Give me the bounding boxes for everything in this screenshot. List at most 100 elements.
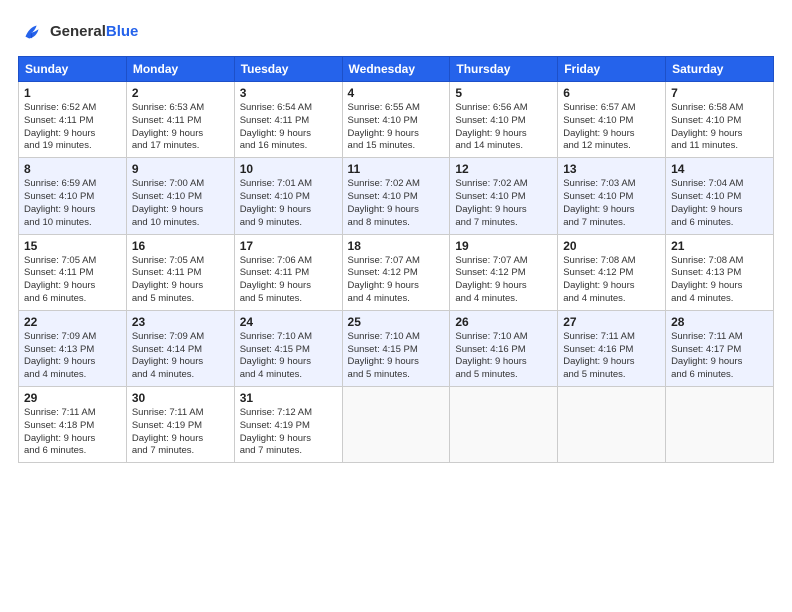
day-info: Sunrise: 6:52 AM Sunset: 4:11 PM Dayligh… bbox=[24, 102, 121, 153]
calendar-cell: 13 Sunrise: 7:03 AM Sunset: 4:10 PM Dayli… bbox=[558, 158, 666, 234]
day-info: Sunrise: 6:53 AM Sunset: 4:11 PM Dayligh… bbox=[132, 102, 229, 153]
calendar-cell: 4 Sunrise: 6:55 AM Sunset: 4:10 PM Daylig… bbox=[342, 82, 450, 158]
day-number: 5 bbox=[455, 86, 552, 100]
calendar-cell bbox=[558, 387, 666, 463]
day-number: 26 bbox=[455, 315, 552, 329]
day-number: 25 bbox=[348, 315, 445, 329]
calendar-cell: 28 Sunrise: 7:11 AM Sunset: 4:17 PM Dayli… bbox=[666, 310, 774, 386]
day-info: Sunrise: 7:09 AM Sunset: 4:14 PM Dayligh… bbox=[132, 331, 229, 382]
calendar-cell: 2 Sunrise: 6:53 AM Sunset: 4:11 PM Daylig… bbox=[126, 82, 234, 158]
header: GeneralBlue bbox=[18, 18, 774, 46]
day-number: 31 bbox=[240, 391, 337, 405]
day-number: 9 bbox=[132, 162, 229, 176]
calendar-table: SundayMondayTuesdayWednesdayThursdayFrid… bbox=[18, 56, 774, 463]
col-header-monday: Monday bbox=[126, 57, 234, 82]
day-number: 3 bbox=[240, 86, 337, 100]
calendar-cell: 25 Sunrise: 7:10 AM Sunset: 4:15 PM Dayli… bbox=[342, 310, 450, 386]
calendar-cell: 19Sunrise: 7:07 AM Sunset: 4:12 PM Dayli… bbox=[450, 234, 558, 310]
day-info: Sunrise: 7:10 AM Sunset: 4:15 PM Dayligh… bbox=[348, 331, 445, 382]
calendar-cell: 22 Sunrise: 7:09 AM Sunset: 4:13 PM Dayli… bbox=[19, 310, 127, 386]
calendar-week-row: 29Sunrise: 7:11 AM Sunset: 4:18 PM Dayli… bbox=[19, 387, 774, 463]
day-number: 23 bbox=[132, 315, 229, 329]
calendar-cell: 30Sunrise: 7:11 AM Sunset: 4:19 PM Dayli… bbox=[126, 387, 234, 463]
day-info: Sunrise: 7:02 AM Sunset: 4:10 PM Dayligh… bbox=[455, 178, 552, 229]
day-info: Sunrise: 7:04 AM Sunset: 4:10 PM Dayligh… bbox=[671, 178, 768, 229]
day-info: Sunrise: 7:12 AM Sunset: 4:19 PM Dayligh… bbox=[240, 407, 337, 458]
day-info: Sunrise: 6:58 AM Sunset: 4:10 PM Dayligh… bbox=[671, 102, 768, 153]
day-number: 15 bbox=[24, 239, 121, 253]
calendar-cell: 11 Sunrise: 7:02 AM Sunset: 4:10 PM Dayli… bbox=[342, 158, 450, 234]
day-info: Sunrise: 7:05 AM Sunset: 4:11 PM Dayligh… bbox=[24, 255, 121, 306]
calendar-cell: 20 Sunrise: 7:08 AM Sunset: 4:12 PM Dayli… bbox=[558, 234, 666, 310]
day-info: Sunrise: 7:03 AM Sunset: 4:10 PM Dayligh… bbox=[563, 178, 660, 229]
logo-text: GeneralBlue bbox=[50, 23, 138, 41]
day-number: 28 bbox=[671, 315, 768, 329]
day-info: Sunrise: 7:00 AM Sunset: 4:10 PM Dayligh… bbox=[132, 178, 229, 229]
day-info: Sunrise: 7:07 AM Sunset: 4:12 PM Dayligh… bbox=[348, 255, 445, 306]
calendar-cell bbox=[666, 387, 774, 463]
calendar-cell: 8 Sunrise: 6:59 AM Sunset: 4:10 PM Daylig… bbox=[19, 158, 127, 234]
calendar-cell: 18 Sunrise: 7:07 AM Sunset: 4:12 PM Dayli… bbox=[342, 234, 450, 310]
calendar-week-row: 8 Sunrise: 6:59 AM Sunset: 4:10 PM Daylig… bbox=[19, 158, 774, 234]
day-info: Sunrise: 7:11 AM Sunset: 4:18 PM Dayligh… bbox=[24, 407, 121, 458]
calendar-cell: 6 Sunrise: 6:57 AM Sunset: 4:10 PM Daylig… bbox=[558, 82, 666, 158]
calendar-cell: 29Sunrise: 7:11 AM Sunset: 4:18 PM Dayli… bbox=[19, 387, 127, 463]
day-number: 19 bbox=[455, 239, 552, 253]
day-info: Sunrise: 7:08 AM Sunset: 4:13 PM Dayligh… bbox=[671, 255, 768, 306]
day-number: 6 bbox=[563, 86, 660, 100]
page: GeneralBlue SundayMondayTuesdayWednesday… bbox=[0, 0, 792, 473]
calendar-cell: 16Sunrise: 7:05 AM Sunset: 4:11 PM Dayli… bbox=[126, 234, 234, 310]
day-number: 2 bbox=[132, 86, 229, 100]
day-info: Sunrise: 7:11 AM Sunset: 4:16 PM Dayligh… bbox=[563, 331, 660, 382]
day-info: Sunrise: 7:10 AM Sunset: 4:15 PM Dayligh… bbox=[240, 331, 337, 382]
col-header-friday: Friday bbox=[558, 57, 666, 82]
col-header-thursday: Thursday bbox=[450, 57, 558, 82]
day-info: Sunrise: 7:11 AM Sunset: 4:19 PM Dayligh… bbox=[132, 407, 229, 458]
col-header-sunday: Sunday bbox=[19, 57, 127, 82]
day-number: 13 bbox=[563, 162, 660, 176]
calendar-cell bbox=[450, 387, 558, 463]
logo: GeneralBlue bbox=[18, 18, 138, 46]
day-number: 1 bbox=[24, 86, 121, 100]
calendar-cell: 9 Sunrise: 7:00 AM Sunset: 4:10 PM Daylig… bbox=[126, 158, 234, 234]
calendar-week-row: 1 Sunrise: 6:52 AM Sunset: 4:11 PM Daylig… bbox=[19, 82, 774, 158]
day-number: 17 bbox=[240, 239, 337, 253]
day-number: 18 bbox=[348, 239, 445, 253]
day-number: 22 bbox=[24, 315, 121, 329]
day-info: Sunrise: 7:11 AM Sunset: 4:17 PM Dayligh… bbox=[671, 331, 768, 382]
day-number: 7 bbox=[671, 86, 768, 100]
calendar-week-row: 15 Sunrise: 7:05 AM Sunset: 4:11 PM Dayli… bbox=[19, 234, 774, 310]
day-info: Sunrise: 7:10 AM Sunset: 4:16 PM Dayligh… bbox=[455, 331, 552, 382]
day-number: 10 bbox=[240, 162, 337, 176]
calendar-cell: 12 Sunrise: 7:02 AM Sunset: 4:10 PM Dayli… bbox=[450, 158, 558, 234]
day-info: Sunrise: 6:54 AM Sunset: 4:11 PM Dayligh… bbox=[240, 102, 337, 153]
day-number: 24 bbox=[240, 315, 337, 329]
day-info: Sunrise: 6:57 AM Sunset: 4:10 PM Dayligh… bbox=[563, 102, 660, 153]
calendar-cell: 5Sunrise: 6:56 AM Sunset: 4:10 PM Daylig… bbox=[450, 82, 558, 158]
day-info: Sunrise: 6:55 AM Sunset: 4:10 PM Dayligh… bbox=[348, 102, 445, 153]
day-info: Sunrise: 7:09 AM Sunset: 4:13 PM Dayligh… bbox=[24, 331, 121, 382]
day-number: 11 bbox=[348, 162, 445, 176]
day-info: Sunrise: 7:08 AM Sunset: 4:12 PM Dayligh… bbox=[563, 255, 660, 306]
calendar-header-row: SundayMondayTuesdayWednesdayThursdayFrid… bbox=[19, 57, 774, 82]
day-number: 27 bbox=[563, 315, 660, 329]
calendar-cell: 31 Sunrise: 7:12 AM Sunset: 4:19 PM Dayli… bbox=[234, 387, 342, 463]
day-number: 4 bbox=[348, 86, 445, 100]
col-header-wednesday: Wednesday bbox=[342, 57, 450, 82]
calendar-cell: 23 Sunrise: 7:09 AM Sunset: 4:14 PM Dayli… bbox=[126, 310, 234, 386]
day-info: Sunrise: 7:01 AM Sunset: 4:10 PM Dayligh… bbox=[240, 178, 337, 229]
calendar-cell bbox=[342, 387, 450, 463]
day-number: 14 bbox=[671, 162, 768, 176]
day-info: Sunrise: 7:05 AM Sunset: 4:11 PM Dayligh… bbox=[132, 255, 229, 306]
day-number: 12 bbox=[455, 162, 552, 176]
day-number: 20 bbox=[563, 239, 660, 253]
calendar-week-row: 22 Sunrise: 7:09 AM Sunset: 4:13 PM Dayli… bbox=[19, 310, 774, 386]
logo-icon bbox=[18, 18, 46, 46]
calendar-cell: 15 Sunrise: 7:05 AM Sunset: 4:11 PM Dayli… bbox=[19, 234, 127, 310]
calendar-cell: 7 Sunrise: 6:58 AM Sunset: 4:10 PM Daylig… bbox=[666, 82, 774, 158]
day-info: Sunrise: 7:02 AM Sunset: 4:10 PM Dayligh… bbox=[348, 178, 445, 229]
calendar-cell: 10 Sunrise: 7:01 AM Sunset: 4:10 PM Dayli… bbox=[234, 158, 342, 234]
calendar-cell: 27 Sunrise: 7:11 AM Sunset: 4:16 PM Dayli… bbox=[558, 310, 666, 386]
day-info: Sunrise: 6:59 AM Sunset: 4:10 PM Dayligh… bbox=[24, 178, 121, 229]
day-number: 8 bbox=[24, 162, 121, 176]
